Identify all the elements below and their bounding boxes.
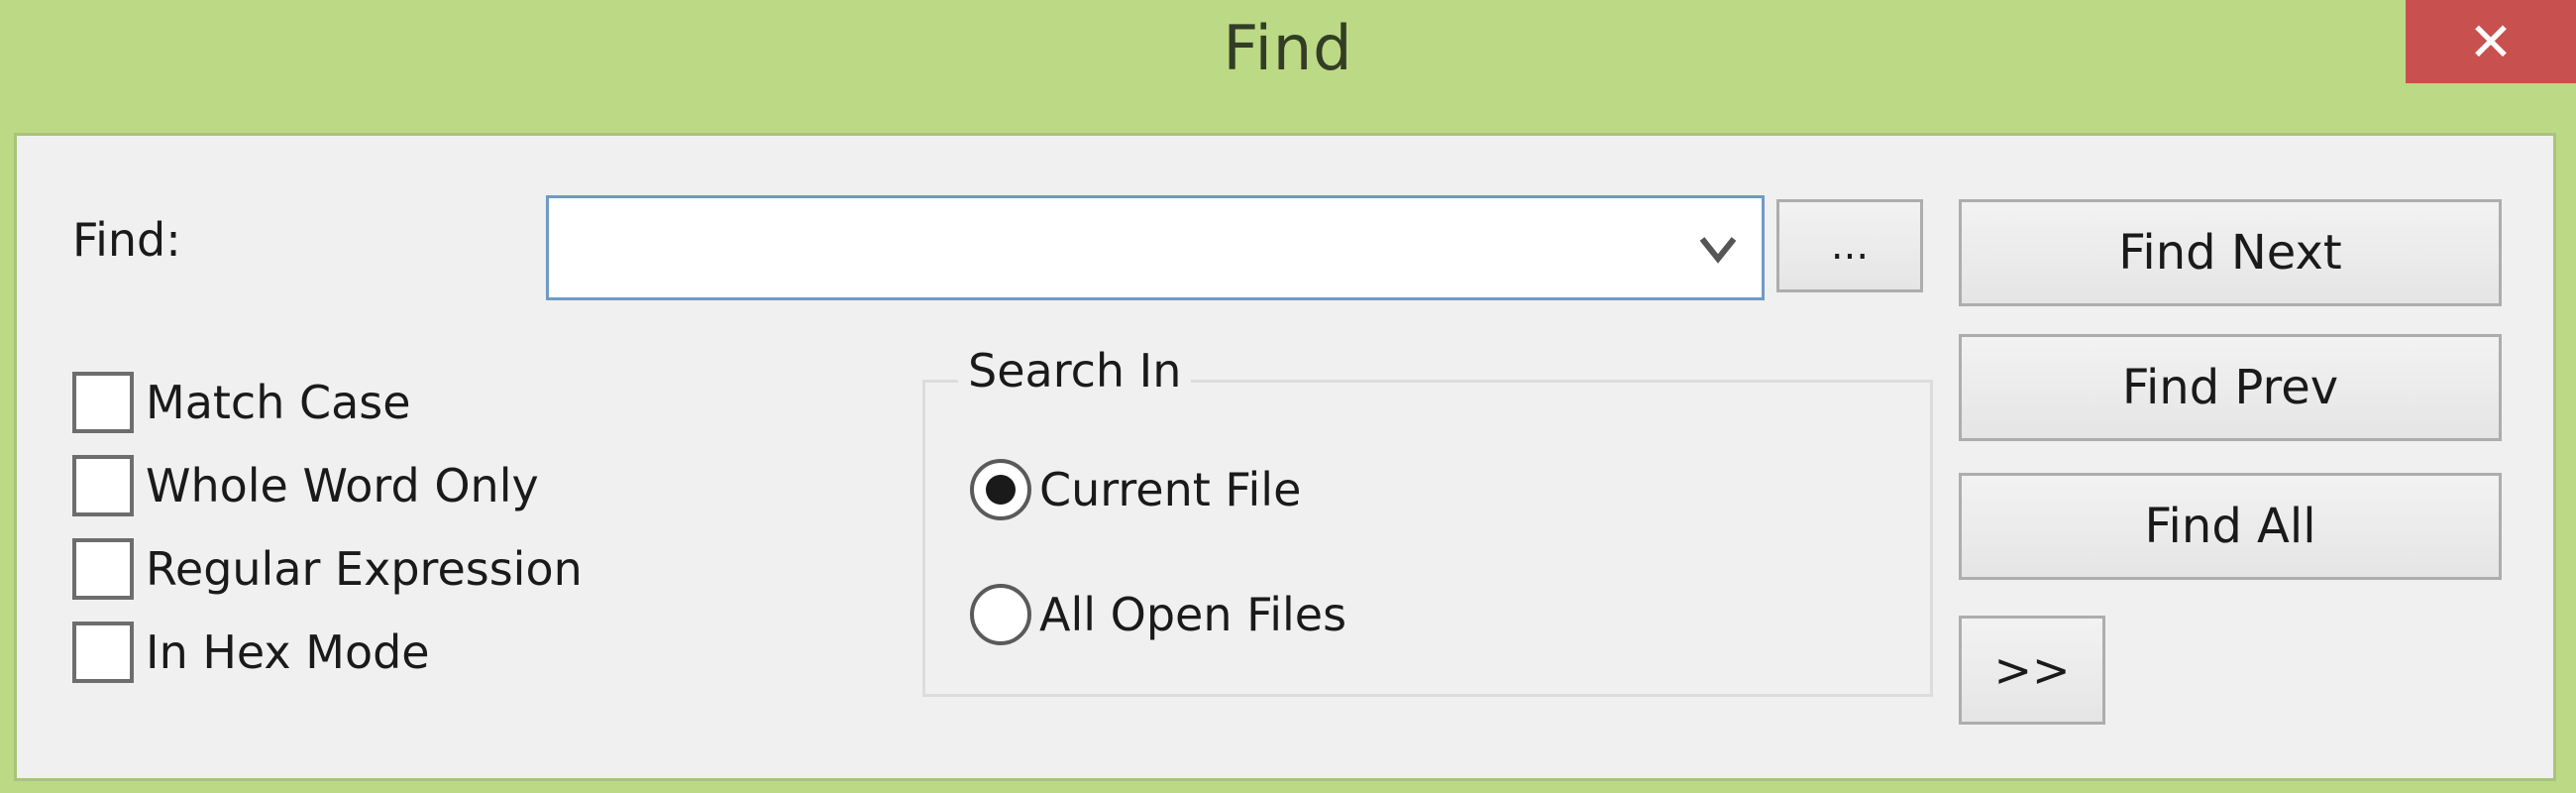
checkbox-label: Regular Expression xyxy=(146,542,583,596)
find-input[interactable] xyxy=(559,208,1672,289)
find-label: Find: xyxy=(72,213,181,267)
find-prev-button[interactable]: Find Prev xyxy=(1959,334,2502,441)
regular-expression-checkbox[interactable]: Regular Expression xyxy=(72,538,583,600)
browse-button[interactable]: ... xyxy=(1776,199,1923,292)
title-bar[interactable]: Find ✕ xyxy=(0,0,2576,131)
find-next-button[interactable]: Find Next xyxy=(1959,199,2502,306)
checkbox-label: Match Case xyxy=(146,376,411,429)
radio-button[interactable] xyxy=(970,584,1031,645)
more-options-button[interactable]: >> xyxy=(1959,616,2105,725)
radio-label: All Open Files xyxy=(1039,588,1347,641)
match-case-checkbox[interactable]: Match Case xyxy=(72,372,411,433)
in-hex-mode-checkbox[interactable]: In Hex Mode xyxy=(72,622,430,683)
find-combobox[interactable] xyxy=(546,195,1765,300)
window-title: Find xyxy=(1223,12,1353,84)
radio-selected-dot xyxy=(986,475,1016,505)
close-button[interactable]: ✕ xyxy=(2406,0,2576,83)
search-in-title: Search In xyxy=(958,344,1192,397)
chevron-down-icon xyxy=(1699,237,1737,264)
search-in-group xyxy=(922,380,1933,697)
checkbox-box[interactable] xyxy=(72,455,134,516)
find-all-button[interactable]: Find All xyxy=(1959,473,2502,580)
current-file-radio[interactable]: Current File xyxy=(970,459,1301,520)
all-open-files-radio[interactable]: All Open Files xyxy=(970,584,1346,645)
find-history-dropdown[interactable] xyxy=(1688,220,1748,280)
checkbox-box[interactable] xyxy=(72,538,134,600)
radio-label: Current File xyxy=(1039,463,1302,516)
radio-button[interactable] xyxy=(970,459,1031,520)
whole-word-only-checkbox[interactable]: Whole Word Only xyxy=(72,455,539,516)
close-icon: ✕ xyxy=(2468,10,2514,73)
checkbox-box[interactable] xyxy=(72,372,134,433)
checkbox-label: Whole Word Only xyxy=(146,459,539,512)
checkbox-box[interactable] xyxy=(72,622,134,683)
find-dialog-body: Find: ... Find Next Find Prev Find All >… xyxy=(14,133,2556,781)
checkbox-label: In Hex Mode xyxy=(146,625,430,679)
